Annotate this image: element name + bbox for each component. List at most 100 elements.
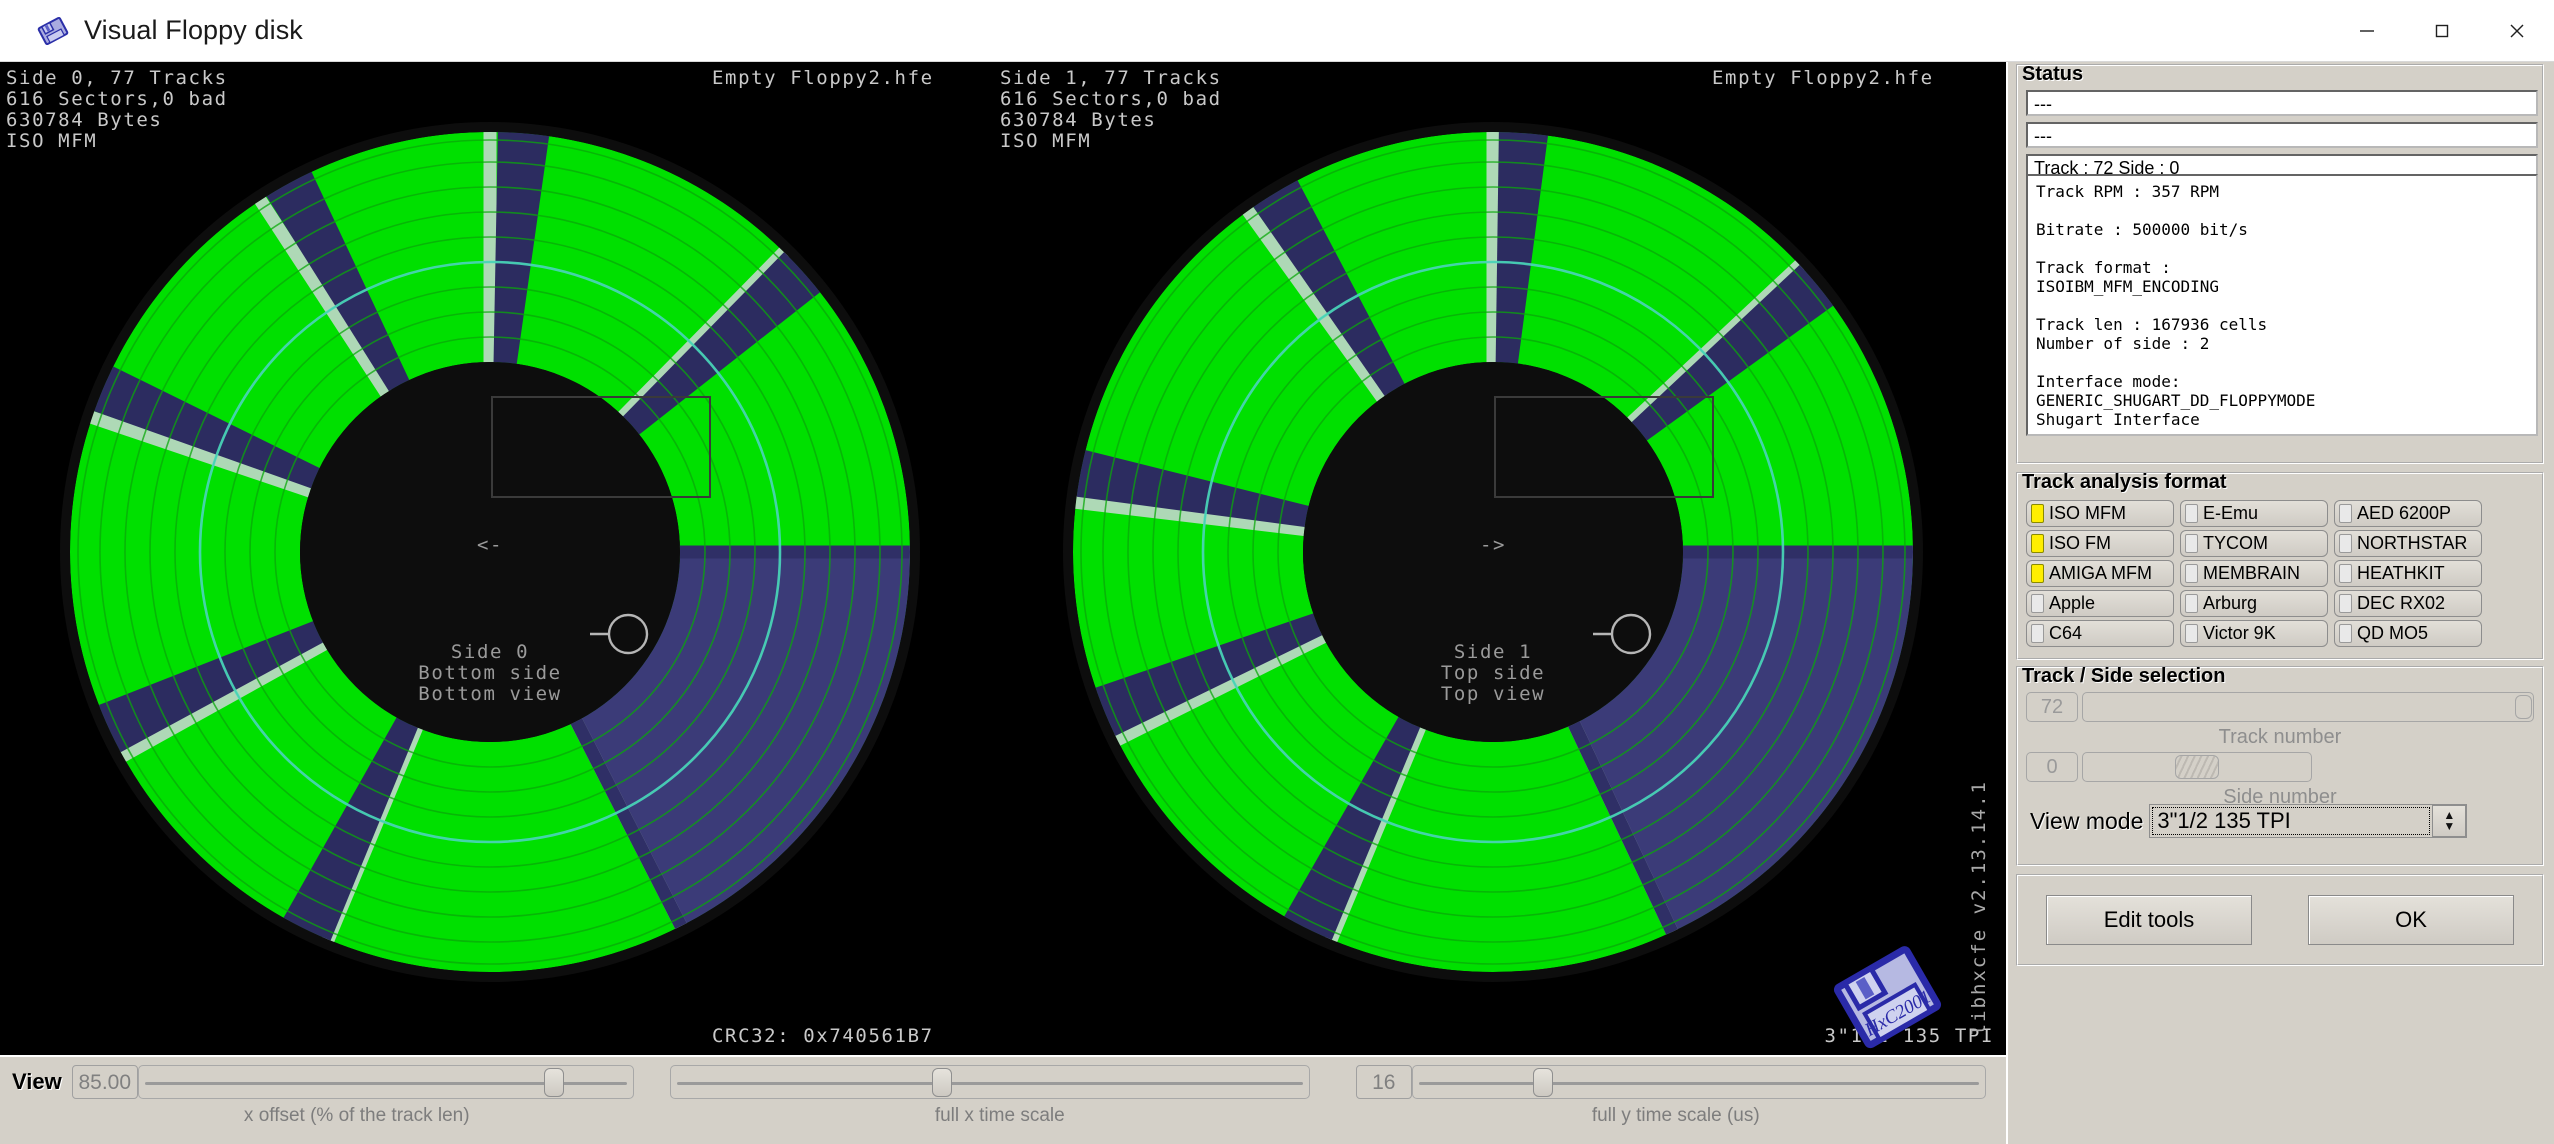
x-offset-slider[interactable] [137, 1065, 634, 1099]
window-controls [2329, 0, 2554, 62]
floppy-visualization-canvas[interactable]: Side 0, 77 Tracks 616 Sectors,0 bad 6307… [0, 62, 2006, 1055]
checkbox-icon[interactable] [2031, 564, 2044, 583]
checkbox-icon[interactable] [2339, 564, 2352, 583]
format-label: QD MO5 [2357, 623, 2429, 643]
checkbox-icon[interactable] [2185, 534, 2198, 553]
library-version-label: libhxcfe v2.13.14.1 [1968, 780, 1990, 1036]
format-option-aed-6200p[interactable]: AED 6200P [2334, 500, 2482, 527]
x-offset-caption: x offset (% of the track len) [243, 1105, 470, 1126]
edit-tools-button[interactable]: Edit tools [2046, 895, 2252, 945]
checkbox-icon[interactable] [2339, 534, 2352, 553]
checkbox-icon[interactable] [2031, 534, 2044, 553]
format-label: TYCOM [2203, 533, 2268, 553]
view-mode-spinner[interactable]: ▲ ▼ [2432, 805, 2467, 837]
view-mode-row: View mode 3"1/2 135 TPI ▲ ▼ [2030, 804, 2468, 838]
full-x-time-scale-caption: full x time scale [934, 1105, 1065, 1126]
format-option-qd-mo5[interactable]: QD MO5 [2334, 620, 2482, 647]
track-number-slider-thumb[interactable] [2515, 695, 2532, 719]
x-offset-slider-group: 85.00 x offset (% of the track len) [71, 1065, 642, 1127]
side0-direction-arrow: <- [476, 534, 504, 556]
right-side-panel: Status --- --- Track : 72 Side : 0 Track… [2006, 62, 2554, 1144]
format-label: ISO MFM [2049, 503, 2126, 523]
format-label: AED 6200P [2357, 503, 2452, 523]
format-label: E-Emu [2203, 503, 2259, 523]
track-analysis-title: Track analysis format [2022, 471, 2227, 493]
format-label: DEC RX02 [2357, 593, 2446, 613]
checkbox-icon[interactable] [2185, 504, 2198, 523]
format-label: NORTHSTAR [2357, 533, 2468, 553]
full-x-time-scale-slider-group: full x time scale [669, 1065, 1330, 1127]
track-analysis-format-group: Track analysis format ISO MFM E-Emu AED … [2016, 471, 2544, 660]
crc32-label: CRC32: 0x740561B7 [712, 1025, 934, 1047]
side-number-value: 0 [2026, 752, 2078, 782]
view-mode-select[interactable]: 3"1/2 135 TPI ▲ ▼ [2149, 804, 2468, 838]
window-title: Visual Floppy disk [84, 15, 303, 45]
view-section-label: View [12, 1069, 62, 1094]
track-number-slider[interactable] [2082, 692, 2534, 722]
format-checkbox-grid: ISO MFM E-Emu AED 6200P ISO FM TYCOM NOR… [2026, 500, 2482, 647]
ok-button[interactable]: OK [2308, 895, 2514, 945]
format-option-amiga-mfm[interactable]: AMIGA MFM [2026, 560, 2174, 587]
x-offset-slider-thumb[interactable] [543, 1068, 564, 1097]
checkbox-icon[interactable] [2185, 564, 2198, 583]
track-details-text: Track RPM : 357 RPM Bitrate : 500000 bit… [2026, 174, 2538, 436]
full-x-time-scale-slider[interactable] [669, 1065, 1310, 1099]
full-y-time-scale-value: 16 [1355, 1065, 1412, 1099]
full-y-time-scale-slider[interactable] [1411, 1065, 1986, 1099]
checkbox-icon[interactable] [2339, 594, 2352, 613]
format-label: ISO FM [2049, 533, 2111, 553]
format-label: MEMBRAIN [2203, 563, 2301, 583]
side0-center-label: Side 0 Bottom side Bottom view [418, 641, 562, 705]
format-label: Arburg [2203, 593, 2258, 613]
side-number-slider[interactable] [2082, 752, 2312, 782]
format-option-victor-9k[interactable]: Victor 9K [2180, 620, 2328, 647]
checkbox-icon[interactable] [2031, 624, 2044, 643]
hxc2001-logo-icon: HxC2001 [1828, 938, 1948, 1055]
maximize-button[interactable] [2404, 0, 2479, 62]
format-label: Apple [2049, 593, 2096, 613]
checkbox-icon[interactable] [2339, 624, 2352, 643]
dialog-button-group: Edit tools OK [2016, 874, 2544, 966]
floppy-disk-icon [36, 14, 70, 48]
format-option-arburg[interactable]: Arburg [2180, 590, 2328, 617]
checkbox-icon[interactable] [2339, 504, 2352, 523]
format-label: HEATHKIT [2357, 563, 2445, 583]
view-slider-bar: View 85.00 x offset (% of the track len)… [0, 1055, 2006, 1144]
checkbox-icon[interactable] [2185, 624, 2198, 643]
side-number-slider-thumb[interactable] [2175, 755, 2219, 779]
track-number-caption: Track number [2218, 726, 2342, 748]
format-label: C64 [2049, 623, 2083, 643]
track-number-value: 72 [2026, 692, 2078, 722]
full-y-time-scale-rail [1418, 1082, 1979, 1085]
side1-center-label: Side 1 Top side Top view [1440, 641, 1546, 705]
visual-floppy-disk-window: Visual Floppy disk Side 0, 77 Tracks 616… [0, 0, 2554, 1144]
format-option-membrain[interactable]: MEMBRAIN [2180, 560, 2328, 587]
track-number-row: 72 [2026, 692, 2534, 722]
close-button[interactable] [2479, 0, 2554, 62]
checkbox-icon[interactable] [2185, 594, 2198, 613]
format-option-dec-rx02[interactable]: DEC RX02 [2334, 590, 2482, 617]
full-y-time-scale-thumb[interactable] [1532, 1068, 1553, 1097]
side0-disk-graphic[interactable]: <- Side 0 Bottom side Bottom view [10, 72, 970, 1032]
side1-disk-graphic[interactable]: -> Side 1 Top side Top view [1013, 72, 1973, 1032]
format-option-iso-mfm[interactable]: ISO MFM [2026, 500, 2174, 527]
full-y-time-scale-caption: full y time scale (us) [1591, 1105, 1760, 1126]
format-option-apple[interactable]: Apple [2026, 590, 2174, 617]
format-option-e-emu[interactable]: E-Emu [2180, 500, 2328, 527]
format-option-c64[interactable]: C64 [2026, 620, 2174, 647]
minimize-button[interactable] [2329, 0, 2404, 62]
full-y-time-scale-slider-group: 16 full y time scale (us) [1355, 1065, 1996, 1127]
format-option-iso-fm[interactable]: ISO FM [2026, 530, 2174, 557]
full-x-time-scale-rail [676, 1082, 1303, 1085]
checkbox-icon[interactable] [2031, 504, 2044, 523]
format-option-northstar[interactable]: NORTHSTAR [2334, 530, 2482, 557]
full-x-time-scale-thumb[interactable] [932, 1068, 953, 1097]
status-group: Status --- --- Track : 72 Side : 0 Track… [2016, 63, 2544, 464]
format-option-heathkit[interactable]: HEATHKIT [2334, 560, 2482, 587]
format-option-tycom[interactable]: TYCOM [2180, 530, 2328, 557]
view-mode-label: View mode [2030, 807, 2144, 834]
checkbox-icon[interactable] [2031, 594, 2044, 613]
track-side-selection-group: Track / Side selection 72 Track number 0… [2016, 665, 2544, 866]
chevron-down-icon[interactable]: ▼ [2443, 820, 2455, 832]
view-mode-value: 3"1/2 135 TPI [2152, 807, 2431, 835]
